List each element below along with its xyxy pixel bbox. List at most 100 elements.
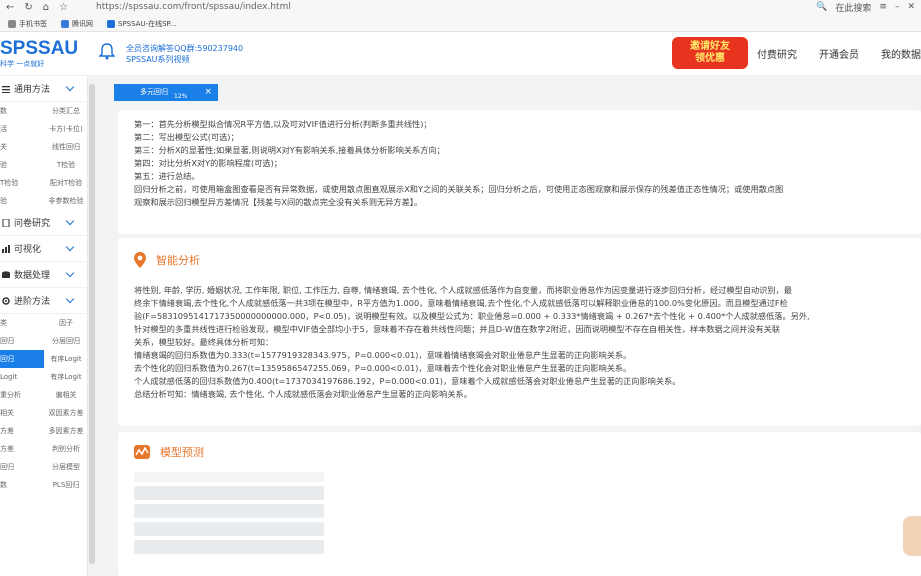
favorite-icon[interactable]: ☆ — [59, 2, 68, 13]
text-line: 第一：首先分析模型拟合情况R平方值,以及可对VIF值进行分析(判断多重共线性)； — [134, 119, 432, 129]
database-icon — [2, 270, 10, 278]
bookmark-bar: 手机书签 腾讯网 SPSSAU-在线SP... — [0, 16, 176, 32]
browser-nav: ← ↻ ⌂ ☆ — [6, 0, 68, 14]
sidebar-item[interactable]: 判别分析 — [44, 440, 88, 458]
trend-icon — [134, 445, 150, 459]
card-header: 模型预测 — [134, 444, 204, 460]
sidebar-item[interactable]: 线性回归 — [44, 138, 88, 156]
sidebar-section-advanced[interactable]: 进阶方法 — [0, 288, 87, 314]
text-line: 去个性化的回归系数值为0.267(t=1359586547255.069，P=0… — [134, 363, 632, 373]
assistant-avatar[interactable] — [903, 516, 921, 556]
sidebar-item[interactable]: 分类汇总 — [44, 102, 88, 120]
logo-subtitle: 科学 一点就好 — [0, 60, 45, 68]
search-icon[interactable]: 🔍 — [816, 2, 827, 12]
sidebar-section-data-processing[interactable]: 数据处理 — [0, 262, 87, 288]
section-label: 可视化 — [14, 245, 42, 255]
address-bar[interactable]: https://spssau.com/front/spssau/index.ht… — [96, 0, 291, 14]
sidebar-section-questionnaire[interactable]: 问卷研究 — [0, 210, 87, 236]
sidebar-item[interactable]: 非参数检验 — [44, 192, 88, 210]
sidebar-item[interactable]: 方差 — [0, 422, 44, 440]
sidebar-scrollbar[interactable] — [88, 76, 96, 576]
video-link[interactable]: SPSSAU系列视频 — [126, 54, 243, 65]
sidebar-item[interactable]: PLS回归 — [44, 476, 88, 494]
invite-promo-banner[interactable]: 邀请好友 领优惠 — [672, 37, 748, 69]
sidebar-item[interactable]: T检验 — [0, 174, 44, 192]
text-line: 个人成就感低落的回归系数值为0.400(t=1737034197686.192，… — [134, 376, 681, 386]
minimize-icon[interactable]: – — [895, 2, 900, 12]
card-title: 智能分析 — [156, 254, 200, 267]
section-label: 数据处理 — [14, 271, 51, 281]
sidebar-item[interactable]: 相关 — [0, 404, 44, 422]
section-label: 问卷研究 — [14, 219, 51, 229]
home-icon[interactable]: ⌂ — [43, 2, 49, 13]
sidebar-item[interactable]: 验 — [0, 192, 44, 210]
sidebar-item[interactable]: 多因素方差 — [44, 422, 88, 440]
sidebar-item[interactable]: 分层回归 — [44, 332, 88, 350]
nav-membership[interactable]: 开通会员 — [819, 46, 859, 61]
tab-active[interactable]: 多元回归 12% × — [114, 84, 218, 101]
close-icon[interactable]: ✕ — [907, 2, 915, 12]
prediction-input[interactable] — [134, 540, 324, 554]
nav-my-data[interactable]: 我的数据 — [881, 46, 921, 61]
bookmark-item[interactable]: 手机书签 — [8, 19, 47, 29]
bookmark-item[interactable]: 腾讯网 — [61, 19, 93, 29]
prediction-input[interactable] — [134, 504, 324, 518]
sidebar-item[interactable]: 验 — [0, 156, 44, 174]
scrollbar-thumb[interactable] — [89, 84, 95, 564]
close-tab-icon[interactable]: × — [204, 84, 212, 101]
sidebar-section-visualization[interactable]: 可视化 — [0, 236, 87, 262]
bell-icon[interactable] — [99, 42, 115, 60]
sidebar-item[interactable]: Logit — [0, 368, 44, 386]
top-nav: 付费研究 开通会员 我的数据 — [757, 46, 921, 61]
sidebar-item[interactable]: 分层模型 — [44, 458, 88, 476]
list-header — [134, 472, 324, 482]
bookmark-item[interactable]: SPSSAU-在线SP... — [107, 19, 176, 29]
site-header: SPSSAU 科学 一点就好 全员咨询解答QQ群:590237940 SPSSA… — [0, 32, 921, 76]
chevron-down-icon — [65, 216, 75, 226]
sidebar-item[interactable]: 回归 — [0, 458, 44, 476]
sidebar-item[interactable]: 重分析 — [0, 386, 44, 404]
text-line: 针对模型的多重共线性进行检验发现，模型中VIF值全部均小于5，意味着不存在着共线… — [134, 324, 781, 334]
logo[interactable]: SPSSAU — [0, 38, 78, 60]
sidebar-item[interactable]: T检验 — [44, 156, 88, 174]
list-icon — [2, 85, 10, 93]
search-hint[interactable]: 在此搜索 — [835, 1, 871, 14]
qq-group[interactable]: 全员咨询解答QQ群:590237940 — [126, 43, 243, 54]
folder-icon — [8, 20, 16, 28]
back-icon[interactable]: ← — [6, 2, 14, 13]
sidebar-item[interactable]: 偏相关 — [44, 386, 88, 404]
sidebar-item[interactable]: 关 — [0, 138, 44, 156]
site-icon — [107, 20, 115, 28]
browser-toolbar: 🔍 在此搜索 ≡ – ✕ — [816, 0, 915, 14]
sidebar-section-general[interactable]: 通用方法 — [0, 76, 87, 102]
sidebar-item[interactable]: 方差 — [0, 440, 44, 458]
sidebar-item[interactable]: 配对T检验 — [44, 174, 88, 192]
sidebar-item[interactable]: 回归 — [0, 332, 44, 350]
sidebar-item[interactable]: 双因素方差 — [44, 404, 88, 422]
sidebar-item[interactable]: 数 — [0, 476, 44, 494]
text-line: 关系，模型较好。最终具体分析可知： — [134, 337, 274, 347]
analysis-steps-card: 第一：首先分析模型拟合情况R平方值,以及可对VIF值进行分析(判断多重共线性)；… — [118, 110, 921, 234]
gear-icon — [2, 296, 10, 305]
card-title: 模型预测 — [160, 446, 204, 459]
card-header: 智能分析 — [134, 252, 200, 268]
nav-paid-research[interactable]: 付费研究 — [757, 46, 797, 61]
qq-info: 全员咨询解答QQ群:590237940 SPSSAU系列视频 — [126, 43, 243, 65]
sidebar-item[interactable]: 类 — [0, 314, 44, 332]
sidebar-item[interactable]: 卡方(卡位) — [44, 120, 88, 138]
sidebar-item[interactable]: 有序Logit — [44, 350, 88, 368]
sidebar-items-general: 数 分类汇总 活 卡方(卡位) 关 线性回归 验 T检验 T检验 配对T检验 验… — [0, 102, 87, 210]
sidebar-item[interactable]: 因子 — [44, 314, 88, 332]
sidebar-item[interactable]: 活 — [0, 120, 44, 138]
prediction-input[interactable] — [134, 522, 324, 536]
sidebar-item[interactable]: 数 — [0, 102, 44, 120]
text-line: 第四：对比分析X对Y的影响程度(可选)； — [134, 158, 282, 168]
prediction-input[interactable] — [134, 486, 324, 500]
sidebar-item[interactable]: 有序Logit — [44, 368, 88, 386]
tab-label: 多元回归 — [140, 88, 168, 96]
sidebar-item-active[interactable]: 回归 — [0, 350, 44, 368]
site-icon — [61, 20, 69, 28]
menu-icon[interactable]: ≡ — [879, 2, 887, 12]
promo-line: 邀请好友 — [690, 41, 730, 52]
reload-icon[interactable]: ↻ — [24, 2, 32, 13]
